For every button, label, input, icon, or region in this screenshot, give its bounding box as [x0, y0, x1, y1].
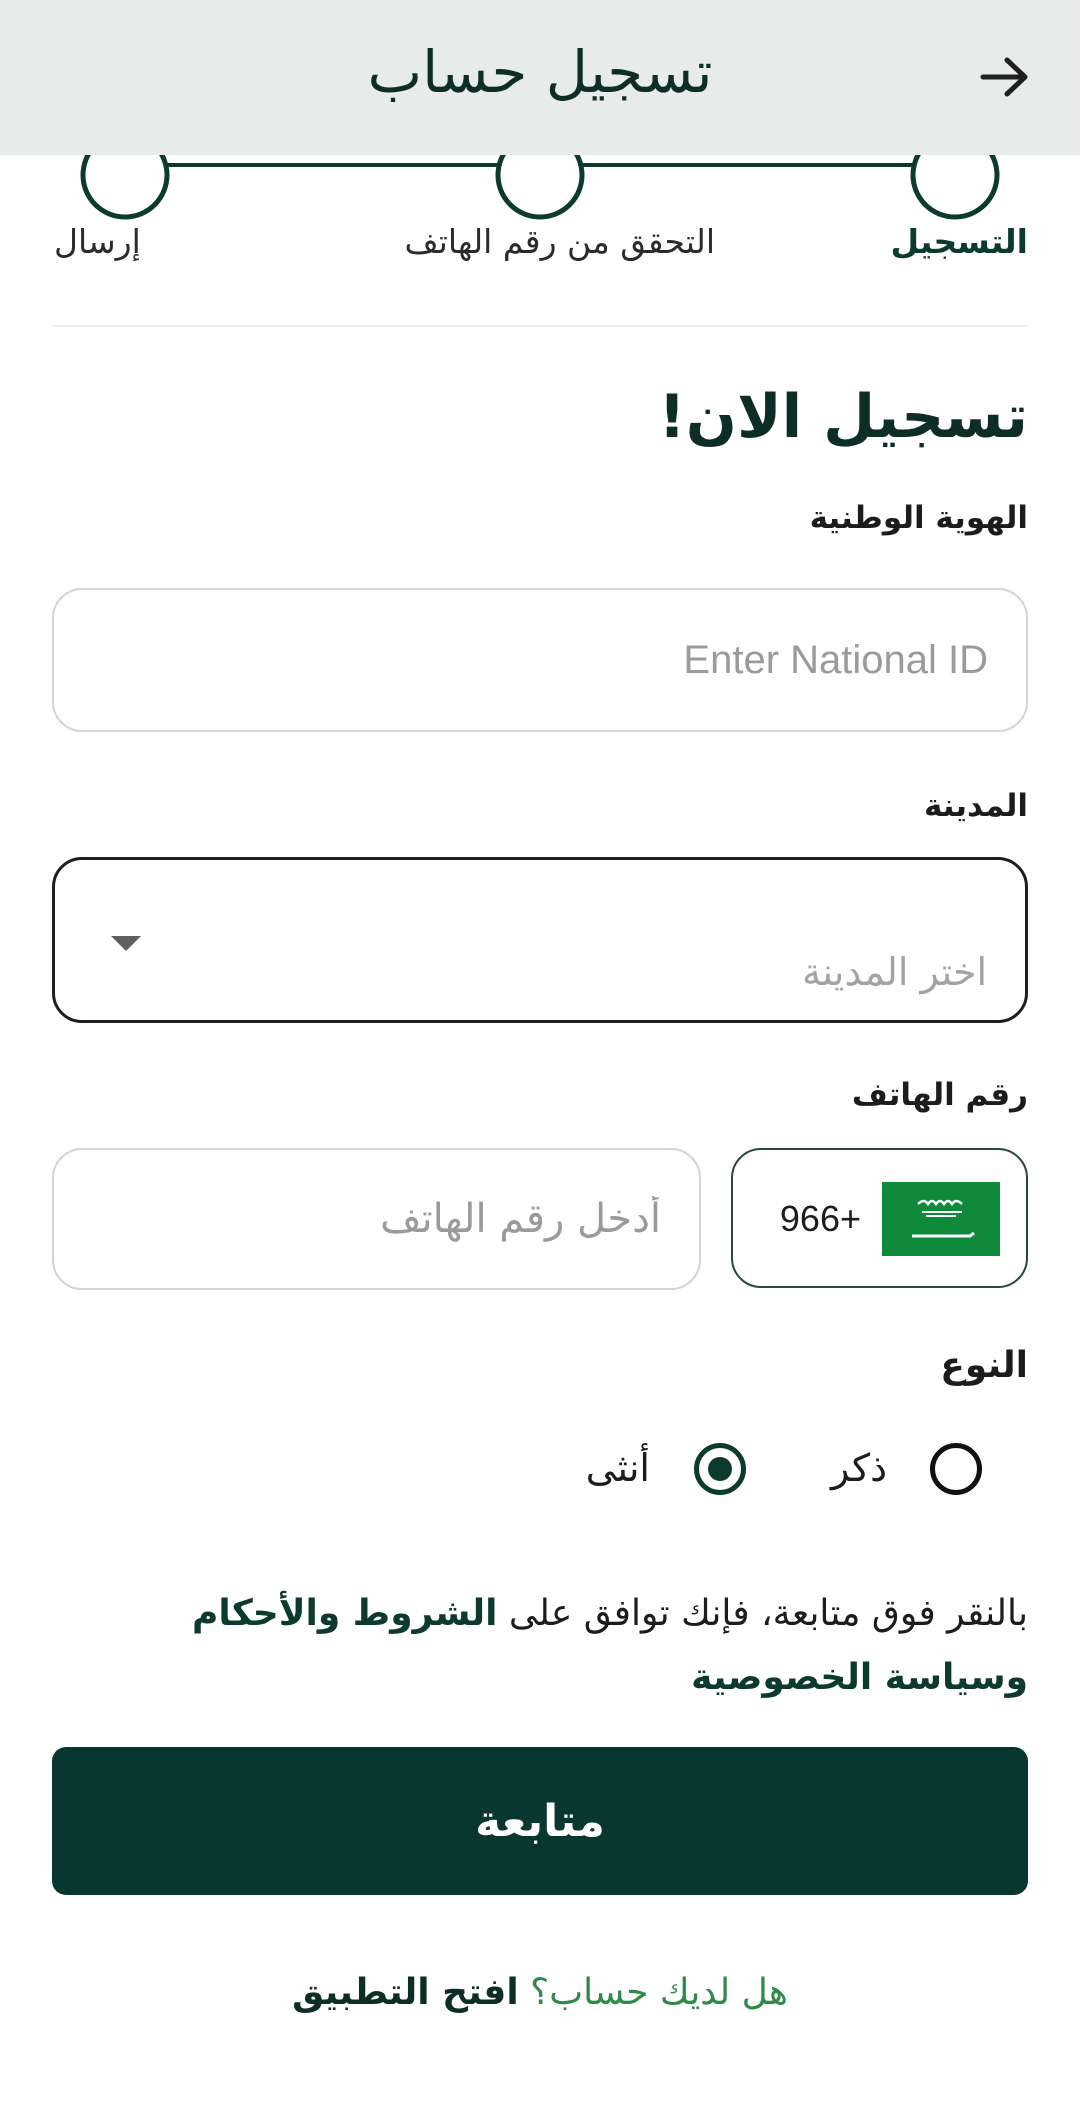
terms-text: بالنقر فوق متابعة، فإنك توافق على الشروط… — [52, 1582, 1028, 1710]
form-heading: تسجيل الان! — [658, 382, 1028, 452]
step-label-verify-phone: التحقق من رقم الهاتف — [404, 222, 715, 261]
back-button[interactable] — [970, 42, 1040, 112]
city-label: المدينة — [923, 788, 1028, 824]
country-code-selector[interactable]: 966+ — [731, 1148, 1028, 1288]
have-account-question: هل لديك حساب؟ — [530, 1972, 788, 2013]
radio-male[interactable] — [930, 1443, 982, 1495]
step-label-register: التسجيل — [890, 222, 1028, 261]
national-id-input[interactable] — [54, 590, 1026, 730]
radio-female-label: أنثى — [585, 1446, 650, 1490]
radio-male-label: ذكر — [831, 1446, 887, 1490]
step-label-submit: إرسال — [54, 222, 141, 261]
open-app-link[interactable]: افتح التطبيق — [292, 1972, 519, 2013]
step-circle-register — [910, 155, 1000, 220]
step-circle-verify — [495, 155, 585, 220]
phone-field — [52, 1148, 701, 1290]
terms-link[interactable]: الشروط والأحكام — [192, 1593, 498, 1634]
national-id-label: الهوية الوطنية — [809, 500, 1028, 536]
step-circle-submit — [80, 155, 170, 220]
gender-label: النوع — [940, 1345, 1028, 1386]
city-placeholder: اختر المدينة — [801, 950, 987, 994]
radio-female[interactable] — [694, 1443, 746, 1495]
phone-input[interactable] — [54, 1150, 699, 1288]
app-bar: تسجيل حساب — [0, 0, 1080, 155]
national-id-field — [52, 588, 1028, 732]
country-code: 966+ — [779, 1198, 861, 1239]
chevron-down-icon — [111, 936, 141, 951]
continue-button[interactable]: متابعة — [52, 1747, 1028, 1895]
divider — [52, 325, 1028, 327]
footer-login-prompt: هل لديك حساب؟ افتح التطبيق — [0, 1972, 1080, 2013]
arrow-right-icon — [980, 57, 1028, 97]
saudi-flag-icon — [882, 1182, 1000, 1256]
page-title: تسجيل حساب — [367, 38, 713, 106]
terms-prefix: بالنقر فوق متابعة، فإنك توافق على — [508, 1593, 1028, 1634]
city-select[interactable]: اختر المدينة — [52, 857, 1028, 1023]
phone-label: رقم الهاتف — [851, 1077, 1028, 1113]
privacy-link[interactable]: وسياسة الخصوصية — [691, 1657, 1028, 1698]
